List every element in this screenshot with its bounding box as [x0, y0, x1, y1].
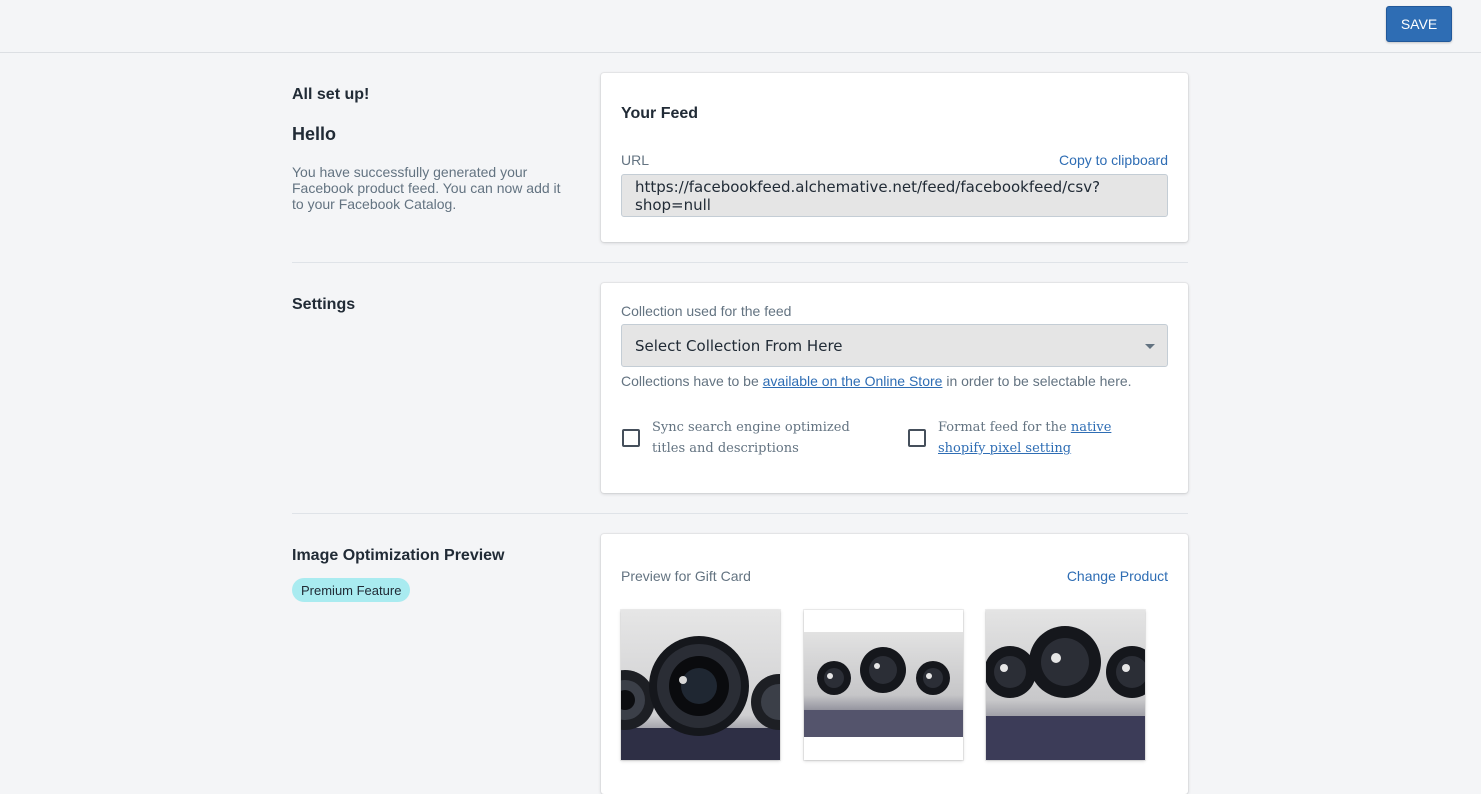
section-divider — [292, 262, 1188, 263]
feed-title: Your Feed — [621, 105, 699, 122]
url-label: URL — [621, 152, 650, 168]
feed-url-value: https://facebookfeed.alchemative.net/fee… — [635, 177, 1101, 214]
image-preview-title: Image Optimization Preview — [292, 547, 505, 564]
preview-image-padded — [804, 610, 963, 760]
chevron-down-icon — [1145, 344, 1155, 349]
premium-feature-badge: Premium Feature — [292, 578, 411, 602]
online-store-link[interactable]: available on the Online Store — [763, 373, 943, 389]
hello-heading: Hello — [292, 124, 337, 144]
help-prefix: Collections have to be — [621, 373, 763, 389]
collection-label: Collection used for the feed — [621, 303, 792, 319]
collection-selected-value: Select Collection From Here — [635, 336, 843, 355]
change-product-link[interactable]: Change Product — [1067, 568, 1168, 584]
preview-image-square — [621, 610, 780, 760]
copy-to-clipboard-link[interactable]: Copy to clipboard — [1059, 152, 1168, 168]
collection-help-text: Collections have to be available on the … — [621, 373, 1132, 389]
save-button[interactable]: SAVE — [1386, 6, 1452, 42]
preview-image-cropped — [986, 610, 1145, 760]
sync-seo-checkbox[interactable] — [622, 429, 640, 447]
camera-lenses-image — [621, 610, 780, 760]
collection-select[interactable]: Select Collection From Here — [621, 324, 1168, 367]
settings-title: Settings — [292, 296, 356, 313]
format-prefix: Format feed for the — [938, 420, 1071, 435]
sync-seo-label: Sync search engine optimized titles and … — [652, 420, 850, 456]
camera-lenses-image — [804, 610, 963, 760]
help-suffix: in order to be selectable here. — [942, 373, 1132, 389]
top-bar: SAVE — [0, 0, 1481, 53]
setup-title: All set up! — [292, 86, 370, 103]
preview-label: Preview for Gift Card — [621, 568, 751, 584]
section-divider — [292, 513, 1188, 514]
format-pixel-checkbox[interactable] — [908, 429, 926, 447]
camera-lenses-image — [986, 610, 1145, 760]
feed-card: Your Feed URL Copy to clipboard https://… — [601, 73, 1188, 242]
feed-url-field[interactable]: https://facebookfeed.alchemative.net/fee… — [621, 174, 1168, 217]
setup-description: You have successfully generated your Fac… — [292, 164, 561, 212]
format-pixel-label: Format feed for the native shopify pixel… — [938, 417, 1163, 459]
settings-card: Collection used for the feed Select Coll… — [601, 283, 1188, 493]
